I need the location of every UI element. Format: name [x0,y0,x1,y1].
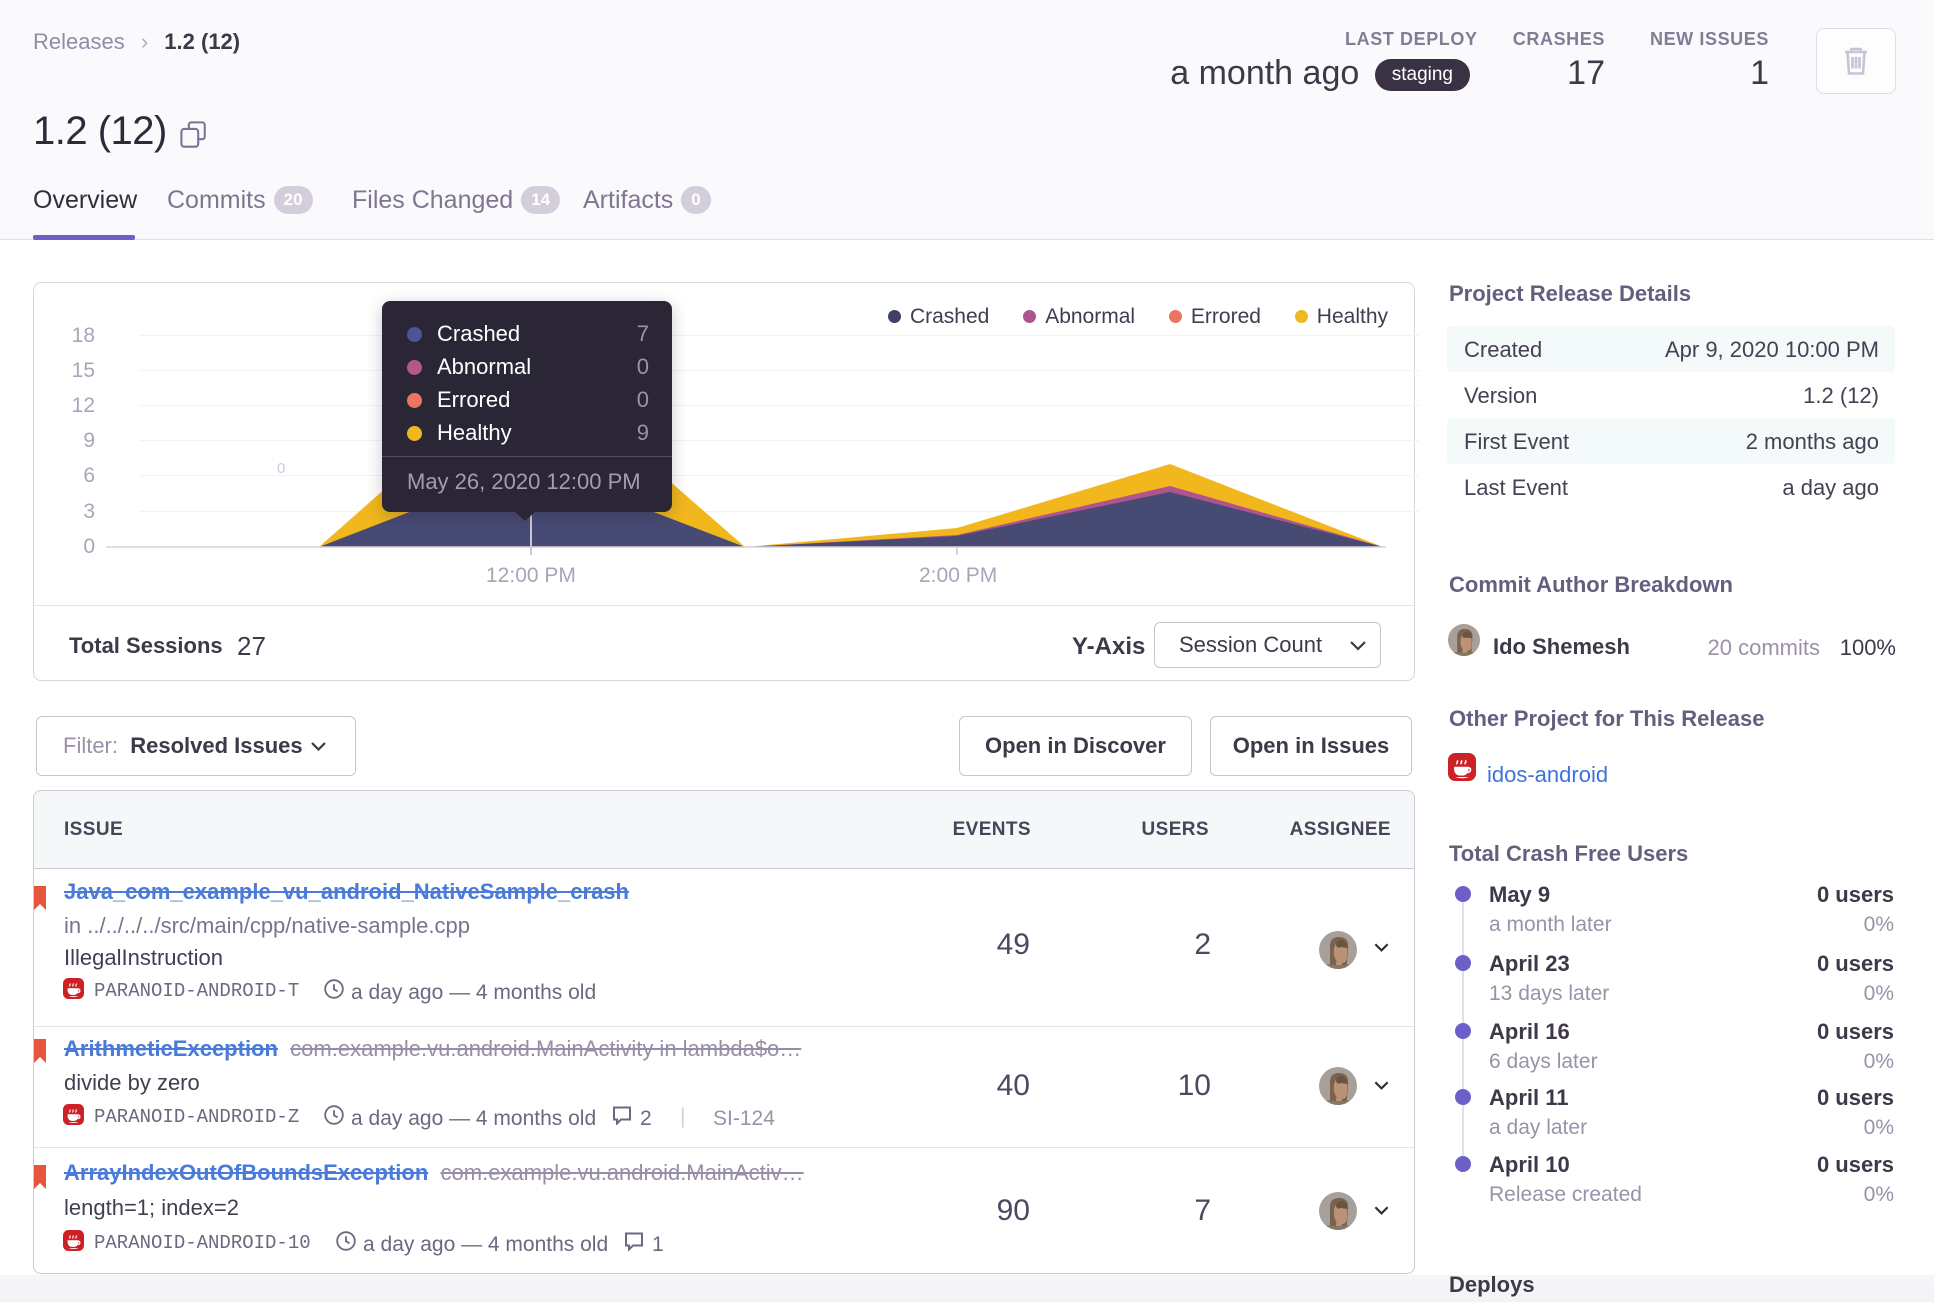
svg-text:0: 0 [277,460,285,477]
